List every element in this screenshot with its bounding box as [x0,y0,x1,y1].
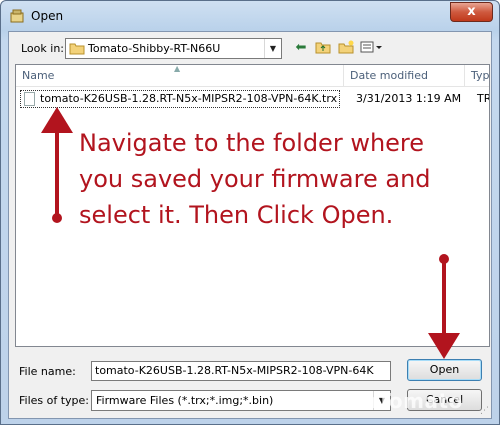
annotation-arrows [41,107,460,359]
open-dialog: Open x Look in: Tomato-Shibby-RT-N66U ▼ … [0,0,500,425]
down-arrow-icon [428,254,460,359]
up-arrow-icon [41,107,73,223]
watermark-logo: LearnTomato [311,389,463,413]
